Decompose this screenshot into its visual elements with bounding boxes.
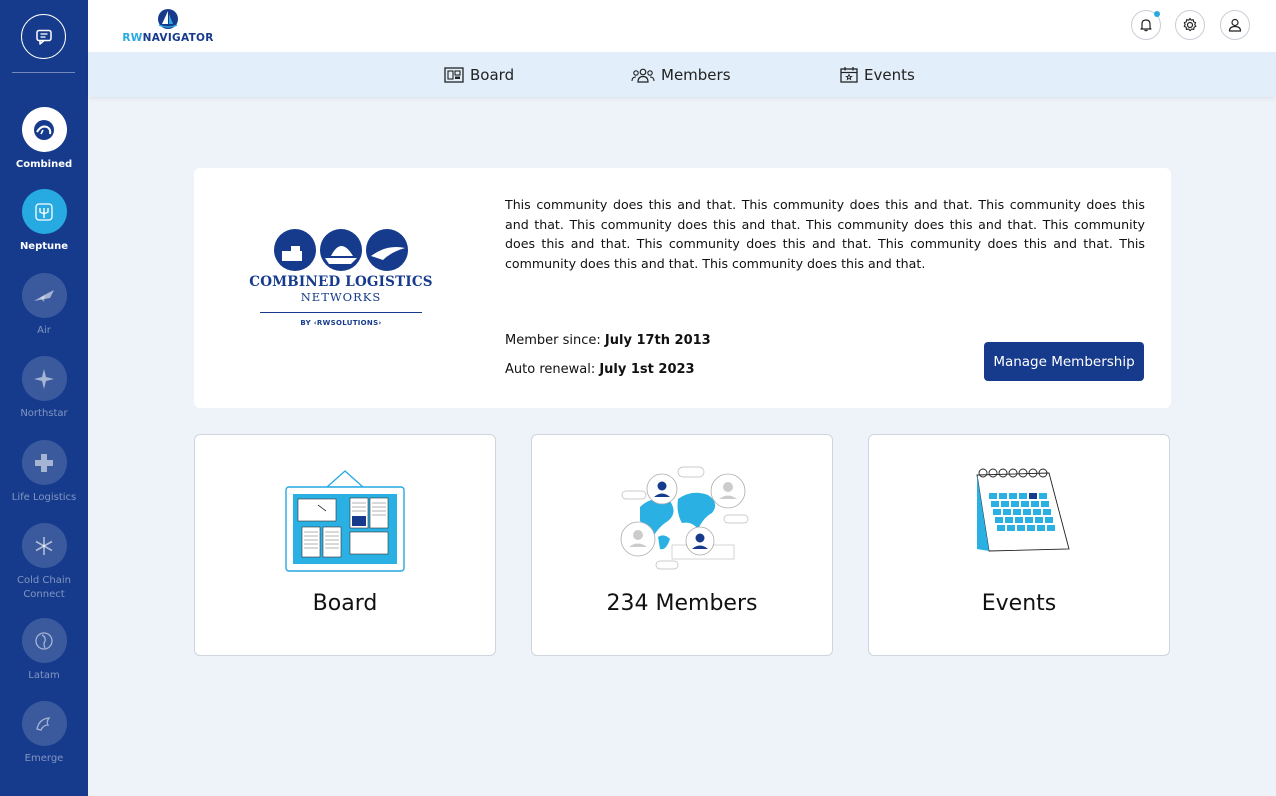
member-since-label: Member since: (505, 333, 601, 348)
events-card-label: Events (981, 591, 1057, 616)
board-illustration (195, 465, 495, 585)
star-icon (21, 356, 67, 401)
members-card-label: 234 Members (606, 591, 758, 616)
cross-icon (21, 440, 67, 485)
combined-logo-icon (21, 107, 67, 152)
notification-dot (1154, 11, 1160, 17)
sidebar-item-label: Air (37, 325, 51, 336)
sidebar-item-label: Northstar (20, 408, 68, 419)
members-icon (631, 68, 655, 83)
tab-members[interactable]: Members (631, 52, 731, 97)
settings-button[interactable] (1175, 10, 1205, 40)
sidebar-item-cold-chain-connect[interactable]: Cold Chain Connect (0, 523, 88, 602)
sidebar-item-label: Cold Chain Connect (17, 575, 71, 600)
sidebar-item-label: Combined (15, 159, 73, 170)
sidebar-item-life-logistics[interactable]: Life Logistics (0, 440, 88, 505)
sidebar-item-label: Life Logistics (11, 492, 77, 503)
sidebar-item-label: Latam (28, 670, 60, 681)
sidebar-item-air[interactable]: Air (0, 273, 88, 338)
sidebar-item-label: Emerge (24, 753, 64, 764)
calendar-icon (840, 67, 858, 83)
chat-button[interactable] (21, 14, 66, 59)
gear-icon (1183, 17, 1197, 32)
events-card[interactable]: Events (868, 434, 1170, 656)
auto-renewal-value: July 1st 2023 (599, 362, 695, 377)
tab-events[interactable]: Events (840, 52, 915, 97)
board-card-label: Board (312, 591, 378, 616)
member-since-value: July 17th 2013 (604, 333, 711, 348)
sidebar-item-emerge[interactable]: Emerge (0, 701, 88, 766)
top-header: RWNAVIGATOR (88, 0, 1276, 52)
plane-icon (21, 273, 67, 318)
chat-icon (35, 29, 52, 45)
community-info-card: COMBINED LOGISTICS NETWORKS BY ‹RWSOLUTI… (194, 168, 1171, 408)
sidebar-item-latam[interactable]: Latam (0, 618, 88, 683)
board-icon (444, 66, 464, 83)
notifications-button[interactable] (1131, 10, 1161, 40)
manage-membership-button[interactable]: Manage Membership (984, 342, 1144, 381)
tab-label: Board (470, 65, 515, 84)
snowflake-icon (21, 523, 67, 568)
community-description: This community does this and that. This … (505, 197, 1145, 271)
sidebar-item-northstar[interactable]: Northstar (0, 356, 88, 421)
bell-icon (1140, 19, 1152, 32)
auto-renewal-label: Auto renewal: (505, 362, 596, 377)
community-logo-subtitle: NETWORKS (300, 290, 382, 304)
member-since: Member since: July 17th 2013 (505, 333, 711, 348)
globe-icon (21, 618, 67, 663)
community-logo: COMBINED LOGISTICS NETWORKS BY ‹RWSOLUTI… (249, 226, 433, 346)
sidebar-item-label: Neptune (19, 241, 69, 252)
community-logo-by: BY ‹RWSOLUTIONS› (300, 319, 382, 327)
sidebar-item-combined[interactable]: Combined (0, 107, 88, 172)
emerge-icon (21, 701, 67, 746)
community-logo-emblem-icon (274, 229, 408, 271)
tab-label: Events (864, 65, 915, 84)
community-logo-title: COMBINED LOGISTICS (249, 274, 433, 290)
brand-name: RWNAVIGATOR (122, 32, 214, 44)
members-card[interactable]: 234 Members (531, 434, 833, 656)
trident-icon (21, 189, 67, 234)
members-map-illustration (532, 465, 832, 585)
sidebar-divider (12, 72, 75, 73)
brand-logo[interactable]: RWNAVIGATOR (122, 8, 214, 44)
tab-label: Members (661, 65, 731, 84)
sidebar: Combined Neptune Air Northstar Life Logi… (0, 0, 88, 796)
profile-button[interactable] (1220, 10, 1250, 40)
logo-divider (260, 312, 422, 313)
tab-board[interactable]: Board (444, 52, 514, 97)
calendar-illustration (869, 465, 1169, 585)
user-icon (1228, 18, 1242, 32)
sidebar-item-neptune[interactable]: Neptune (0, 189, 88, 254)
board-card[interactable]: Board (194, 434, 496, 656)
tab-bar: Board Members Events (88, 52, 1276, 97)
auto-renewal: Auto renewal: July 1st 2023 (505, 362, 695, 377)
sailboat-logo-icon (158, 9, 178, 29)
